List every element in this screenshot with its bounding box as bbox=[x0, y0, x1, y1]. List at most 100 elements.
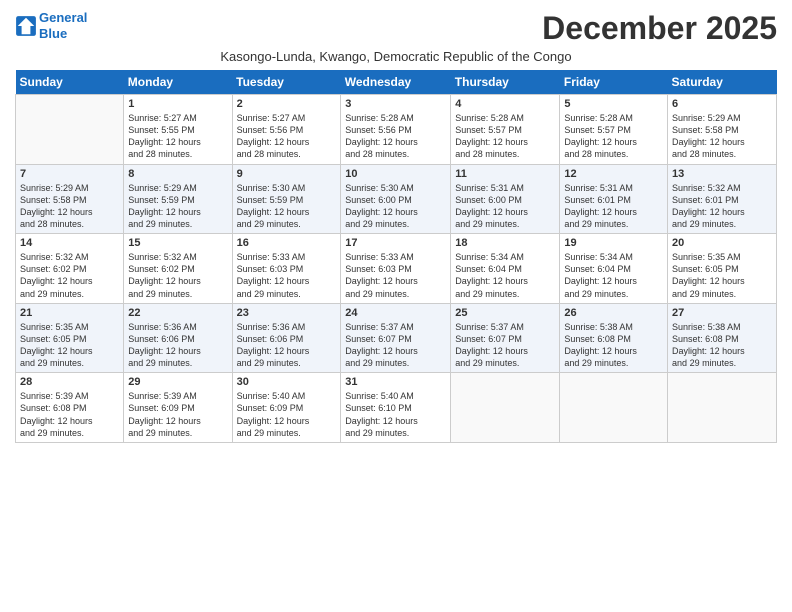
col-wednesday: Wednesday bbox=[341, 70, 451, 95]
col-sunday: Sunday bbox=[16, 70, 124, 95]
day-number: 27 bbox=[672, 307, 772, 319]
day-info: Sunrise: 5:31 AMSunset: 6:00 PMDaylight:… bbox=[455, 182, 555, 231]
day-info: Sunrise: 5:29 AMSunset: 5:59 PMDaylight:… bbox=[128, 182, 227, 231]
calendar-week-4: 21Sunrise: 5:35 AMSunset: 6:05 PMDayligh… bbox=[16, 303, 777, 373]
calendar-cell: 13Sunrise: 5:32 AMSunset: 6:01 PMDayligh… bbox=[668, 164, 777, 234]
calendar-week-2: 7 Sunrise: 5:29 AMSunset: 5:58 PMDaylight… bbox=[16, 164, 777, 234]
calendar-cell: 22Sunrise: 5:36 AMSunset: 6:06 PMDayligh… bbox=[124, 303, 232, 373]
calendar: Sunday Monday Tuesday Wednesday Thursday… bbox=[15, 70, 777, 443]
calendar-cell: 9 Sunrise: 5:30 AMSunset: 5:59 PMDaylight… bbox=[232, 164, 341, 234]
calendar-cell: 5 Sunrise: 5:28 AMSunset: 5:57 PMDaylight… bbox=[560, 95, 668, 165]
page: General Blue December 2025 Kasongo-Lunda… bbox=[0, 0, 792, 612]
day-info: Sunrise: 5:28 AMSunset: 5:57 PMDaylight:… bbox=[564, 112, 663, 161]
day-number: 29 bbox=[128, 376, 227, 388]
month-title: December 2025 bbox=[542, 10, 777, 47]
calendar-cell: 26Sunrise: 5:38 AMSunset: 6:08 PMDayligh… bbox=[560, 303, 668, 373]
day-info: Sunrise: 5:32 AMSunset: 6:02 PMDaylight:… bbox=[128, 251, 227, 300]
header: General Blue December 2025 bbox=[15, 10, 777, 47]
calendar-cell: 7 Sunrise: 5:29 AMSunset: 5:58 PMDaylight… bbox=[16, 164, 124, 234]
day-number: 19 bbox=[564, 237, 663, 249]
calendar-cell: 17Sunrise: 5:33 AMSunset: 6:03 PMDayligh… bbox=[341, 234, 451, 304]
calendar-week-1: 1 Sunrise: 5:27 AMSunset: 5:55 PMDaylight… bbox=[16, 95, 777, 165]
day-info: Sunrise: 5:36 AMSunset: 6:06 PMDaylight:… bbox=[237, 321, 337, 370]
day-number: 20 bbox=[672, 237, 772, 249]
calendar-cell: 25Sunrise: 5:37 AMSunset: 6:07 PMDayligh… bbox=[451, 303, 560, 373]
calendar-cell bbox=[16, 95, 124, 165]
calendar-cell: 15 Sunrise: 5:32 AMSunset: 6:02 PMDayligh… bbox=[124, 234, 232, 304]
col-friday: Friday bbox=[560, 70, 668, 95]
day-number: 4 bbox=[455, 98, 555, 110]
day-info: Sunrise: 5:35 AMSunset: 6:05 PMDaylight:… bbox=[20, 321, 119, 370]
day-info: Sunrise: 5:33 AMSunset: 6:03 PMDaylight:… bbox=[237, 251, 337, 300]
day-info: Sunrise: 5:27 AMSunset: 5:56 PMDaylight:… bbox=[237, 112, 337, 161]
calendar-cell: 23 Sunrise: 5:36 AMSunset: 6:06 PMDayligh… bbox=[232, 303, 341, 373]
logo: General Blue bbox=[15, 10, 87, 41]
calendar-cell: 31Sunrise: 5:40 AMSunset: 6:10 PMDayligh… bbox=[341, 373, 451, 443]
day-number: 30 bbox=[237, 376, 337, 388]
day-number: 10 bbox=[345, 168, 446, 180]
calendar-cell: 1 Sunrise: 5:27 AMSunset: 5:55 PMDaylight… bbox=[124, 95, 232, 165]
day-number: 23 bbox=[237, 307, 337, 319]
calendar-cell: 12 Sunrise: 5:31 AMSunset: 6:01 PMDayligh… bbox=[560, 164, 668, 234]
day-number: 24 bbox=[345, 307, 446, 319]
day-number: 1 bbox=[128, 98, 227, 110]
calendar-cell: 2Sunrise: 5:27 AMSunset: 5:56 PMDaylight… bbox=[232, 95, 341, 165]
header-row: Sunday Monday Tuesday Wednesday Thursday… bbox=[16, 70, 777, 95]
day-number: 11 bbox=[455, 168, 555, 180]
calendar-cell bbox=[560, 373, 668, 443]
logo-line2: Blue bbox=[39, 26, 67, 41]
logo-line1: General bbox=[39, 10, 87, 25]
calendar-body: 1 Sunrise: 5:27 AMSunset: 5:55 PMDaylight… bbox=[16, 95, 777, 443]
day-info: Sunrise: 5:29 AMSunset: 5:58 PMDaylight:… bbox=[672, 112, 772, 161]
day-info: Sunrise: 5:31 AMSunset: 6:01 PMDaylight:… bbox=[564, 182, 663, 231]
day-number: 26 bbox=[564, 307, 663, 319]
calendar-cell: 20 Sunrise: 5:35 AMSunset: 6:05 PMDayligh… bbox=[668, 234, 777, 304]
day-info: Sunrise: 5:34 AMSunset: 6:04 PMDaylight:… bbox=[455, 251, 555, 300]
day-info: Sunrise: 5:39 AMSunset: 6:08 PMDaylight:… bbox=[20, 390, 119, 439]
day-number: 14 bbox=[20, 237, 119, 249]
day-info: Sunrise: 5:32 AMSunset: 6:01 PMDaylight:… bbox=[672, 182, 772, 231]
calendar-cell bbox=[668, 373, 777, 443]
calendar-cell bbox=[451, 373, 560, 443]
calendar-cell: 3Sunrise: 5:28 AMSunset: 5:56 PMDaylight… bbox=[341, 95, 451, 165]
calendar-header: Sunday Monday Tuesday Wednesday Thursday… bbox=[16, 70, 777, 95]
day-number: 9 bbox=[237, 168, 337, 180]
day-number: 5 bbox=[564, 98, 663, 110]
calendar-cell: 14Sunrise: 5:32 AMSunset: 6:02 PMDayligh… bbox=[16, 234, 124, 304]
day-number: 7 bbox=[20, 168, 119, 180]
day-number: 16 bbox=[237, 237, 337, 249]
calendar-cell: 10Sunrise: 5:30 AMSunset: 6:00 PMDayligh… bbox=[341, 164, 451, 234]
day-info: Sunrise: 5:39 AMSunset: 6:09 PMDaylight:… bbox=[128, 390, 227, 439]
day-info: Sunrise: 5:35 AMSunset: 6:05 PMDaylight:… bbox=[672, 251, 772, 300]
day-number: 12 bbox=[564, 168, 663, 180]
day-number: 8 bbox=[128, 168, 227, 180]
day-number: 3 bbox=[345, 98, 446, 110]
day-number: 18 bbox=[455, 237, 555, 249]
day-info: Sunrise: 5:30 AMSunset: 5:59 PMDaylight:… bbox=[237, 182, 337, 231]
day-info: Sunrise: 5:27 AMSunset: 5:55 PMDaylight:… bbox=[128, 112, 227, 161]
col-monday: Monday bbox=[124, 70, 232, 95]
calendar-cell: 29 Sunrise: 5:39 AMSunset: 6:09 PMDayligh… bbox=[124, 373, 232, 443]
calendar-cell: 27 Sunrise: 5:38 AMSunset: 6:08 PMDayligh… bbox=[668, 303, 777, 373]
day-info: Sunrise: 5:37 AMSunset: 6:07 PMDaylight:… bbox=[345, 321, 446, 370]
calendar-cell: 19 Sunrise: 5:34 AMSunset: 6:04 PMDayligh… bbox=[560, 234, 668, 304]
logo-text: General Blue bbox=[39, 10, 87, 41]
day-info: Sunrise: 5:36 AMSunset: 6:06 PMDaylight:… bbox=[128, 321, 227, 370]
col-tuesday: Tuesday bbox=[232, 70, 341, 95]
day-info: Sunrise: 5:38 AMSunset: 6:08 PMDaylight:… bbox=[672, 321, 772, 370]
calendar-week-5: 28Sunrise: 5:39 AMSunset: 6:08 PMDayligh… bbox=[16, 373, 777, 443]
logo-icon bbox=[15, 15, 37, 37]
day-info: Sunrise: 5:40 AMSunset: 6:10 PMDaylight:… bbox=[345, 390, 446, 439]
calendar-week-3: 14 Sunrise: 5:32 AMSunset: 6:02 PMDayligh… bbox=[16, 234, 777, 304]
col-saturday: Saturday bbox=[668, 70, 777, 95]
subtitle: Kasongo-Lunda, Kwango, Democratic Republ… bbox=[15, 49, 777, 64]
day-info: Sunrise: 5:33 AMSunset: 6:03 PMDaylight:… bbox=[345, 251, 446, 300]
day-number: 6 bbox=[672, 98, 772, 110]
calendar-cell: 16 Sunrise: 5:33 AMSunset: 6:03 PMDayligh… bbox=[232, 234, 341, 304]
calendar-cell: 8 Sunrise: 5:29 AMSunset: 5:59 PMDaylight… bbox=[124, 164, 232, 234]
col-thursday: Thursday bbox=[451, 70, 560, 95]
day-info: Sunrise: 5:29 AMSunset: 5:58 PMDaylight:… bbox=[20, 182, 119, 231]
day-number: 15 bbox=[128, 237, 227, 249]
day-info: Sunrise: 5:34 AMSunset: 6:04 PMDaylight:… bbox=[564, 251, 663, 300]
calendar-cell: 21Sunrise: 5:35 AMSunset: 6:05 PMDayligh… bbox=[16, 303, 124, 373]
